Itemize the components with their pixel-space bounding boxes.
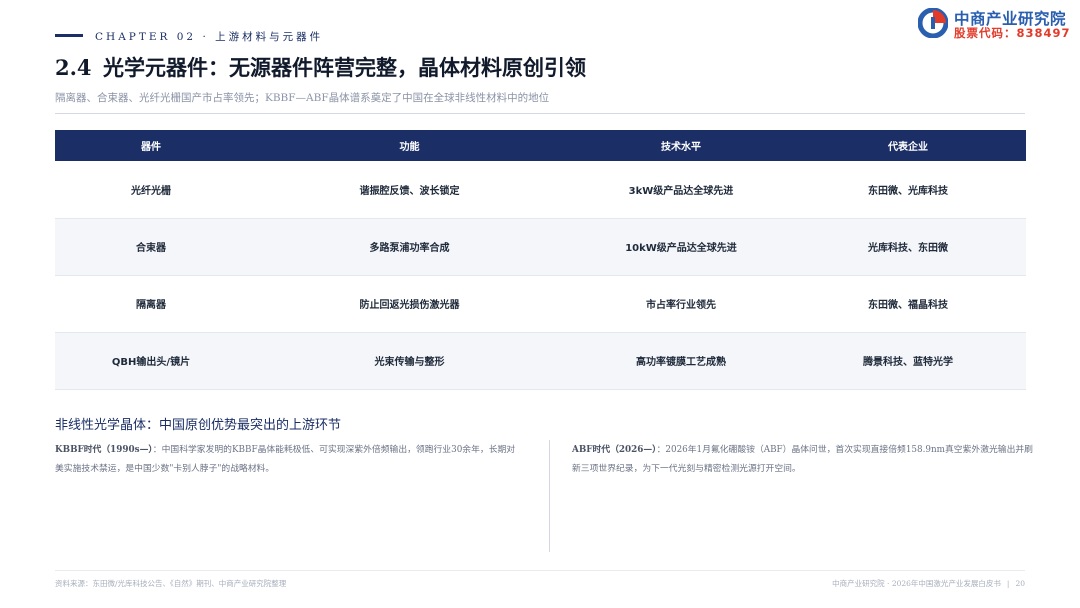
cell-device: QBH输出头/镜片 xyxy=(55,332,247,390)
cell-function: 多路泵浦功率合成 xyxy=(247,218,572,276)
cell-function: 谐振腔反馈、波长锁定 xyxy=(247,161,572,219)
cell-device: 光纤光栅 xyxy=(55,161,247,219)
component-table: 器件 功能 技术水平 代表企业 光纤光栅 谐振腔反馈、波长锁定 3kW级产品达全… xyxy=(55,130,1026,390)
header-device: 器件 xyxy=(55,130,247,161)
footer-org: 中商产业研究院 · 2026年中国激光产业发展白皮书 xyxy=(832,579,1001,588)
title-divider xyxy=(55,113,1025,114)
cell-companies: 东田微、光库科技 xyxy=(790,161,1026,219)
table-row: 合束器 多路泵浦功率合成 10kW级产品达全球先进 光库科技、东田微 xyxy=(55,218,1026,276)
cell-tech-level: 3kW级产品达全球先进 xyxy=(572,161,790,219)
page-title: 2.4 光学元器件：无源器件阵营完整，晶体材料原创引领 xyxy=(55,52,586,82)
page-number: 20 xyxy=(1015,579,1025,588)
chapter-accent-bar xyxy=(55,34,83,37)
section-number: 2.4 xyxy=(55,55,92,80)
company-logo: 中商产业研究院 股票代码：838497 xyxy=(918,6,1071,40)
table-row: 光纤光栅 谐振腔反馈、波长锁定 3kW级产品达全球先进 东田微、光库科技 xyxy=(55,161,1026,219)
cell-device: 隔离器 xyxy=(55,275,247,333)
cell-tech-level: 市占率行业领先 xyxy=(572,275,790,333)
header-function: 功能 xyxy=(247,130,572,161)
kbbf-lead: KBBF时代（1990s—） xyxy=(55,445,153,455)
table-row: 隔离器 防止回返光损伤激光器 市占率行业领先 东田微、福晶科技 xyxy=(55,275,1026,333)
kbbf-paragraph: KBBF时代（1990s—）：中国科学家发明的KBBF晶体能耗极低、可实现深紫外… xyxy=(55,441,521,479)
title-text: 光学元器件：无源器件阵营完整，晶体材料原创引领 xyxy=(103,55,586,80)
cell-function: 光束传输与整形 xyxy=(247,332,572,390)
table-row: QBH输出头/镜片 光束传输与整形 高功率镀膜工艺成熟 腾景科技、蓝特光学 xyxy=(55,332,1026,390)
footer-divider xyxy=(55,570,1025,571)
footer-right: 中商产业研究院 · 2026年中国激光产业发展白皮书 | 20 xyxy=(832,578,1025,589)
cell-tech-level: 高功率镀膜工艺成熟 xyxy=(572,332,790,390)
header-companies: 代表企业 xyxy=(790,130,1026,161)
cell-companies: 腾景科技、蓝特光学 xyxy=(790,332,1026,390)
cell-function: 防止回返光损伤激光器 xyxy=(247,275,572,333)
cell-companies: 光库科技、东田微 xyxy=(790,218,1026,276)
cell-tech-level: 10kW级产品达全球先进 xyxy=(572,218,790,276)
column-divider xyxy=(549,440,550,552)
cell-companies: 东田微、福晶科技 xyxy=(790,275,1026,333)
footer-source: 资料来源：东田微/光库科技公告、《自然》期刊、中商产业研究院整理 xyxy=(55,579,287,588)
table-header-row: 器件 功能 技术水平 代表企业 xyxy=(55,130,1026,161)
cell-device: 合束器 xyxy=(55,218,247,276)
footer-separator: | xyxy=(1006,579,1010,588)
header-tech-level: 技术水平 xyxy=(572,130,790,161)
chapter-label: CHAPTER 02 · 上游材料与元器件 xyxy=(95,31,324,43)
abf-lead: ABF时代（2026—） xyxy=(572,445,657,455)
logo-mark-icon xyxy=(918,8,948,38)
page-subtitle: 隔离器、合束器、光纤光栅国产市占率领先；KBBF—ABF晶体谱系奠定了中国在全球… xyxy=(55,92,550,104)
abf-paragraph: ABF时代（2026—）：2026年1月氟化硼酸铵（ABF）晶体问世，首次实现直… xyxy=(572,441,1038,479)
stock-code: 股票代码：838497 xyxy=(954,26,1071,40)
section-heading: 非线性光学晶体：中国原创优势最突出的上游环节 xyxy=(55,418,342,433)
